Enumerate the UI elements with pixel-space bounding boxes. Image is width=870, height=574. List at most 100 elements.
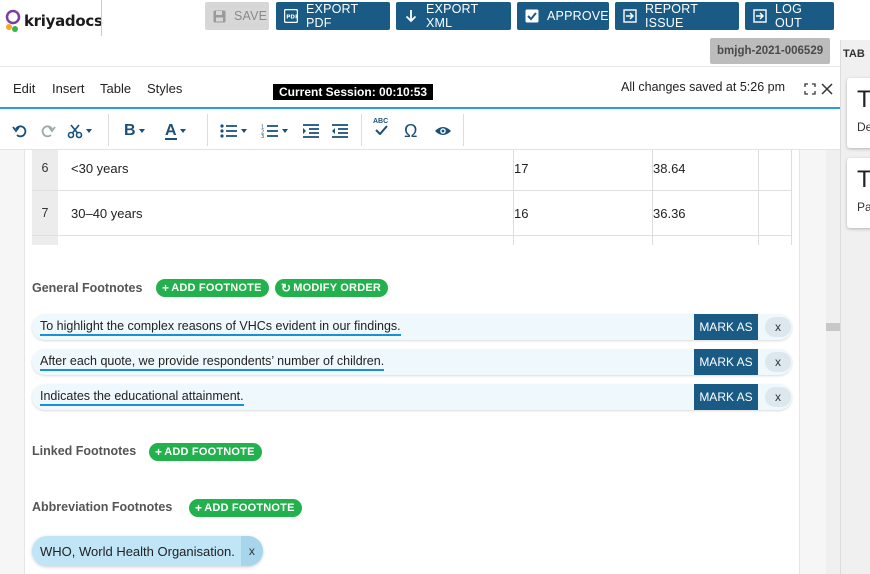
approve-button[interactable]: APPROVE xyxy=(517,2,609,30)
outdent-icon[interactable] xyxy=(332,122,348,140)
header-divider xyxy=(101,0,102,36)
table-cell-pct[interactable]: 36.36 xyxy=(653,191,686,235)
table-cell-n[interactable]: 17 xyxy=(514,150,528,190)
table-row[interactable]: 6 <30 years 17 38.64 xyxy=(32,150,792,191)
plus-icon: + xyxy=(162,281,170,295)
export-pdf-label: EXPORT PDF xyxy=(306,2,359,30)
pdf-icon: PDF xyxy=(284,9,298,23)
svg-text:3: 3 xyxy=(261,134,264,138)
mark-as-button[interactable]: MARK AS xyxy=(694,384,758,410)
add-linked-footnote-button[interactable]: + ADD FOOTNOTE xyxy=(149,443,262,461)
bold-icon[interactable]: B xyxy=(124,122,145,140)
toolbar-separator xyxy=(361,114,362,146)
omega-glyph: Ω xyxy=(404,120,418,141)
panel-tab-label[interactable]: TAB xyxy=(843,48,865,60)
footnote-item[interactable]: After each quote, we provide respondents… xyxy=(32,349,792,375)
report-issue-label: REPORT ISSUE xyxy=(645,2,698,30)
menu-edit[interactable]: Edit xyxy=(13,81,35,96)
save-button[interactable]: SAVE xyxy=(205,2,269,30)
undo-icon[interactable] xyxy=(12,122,28,140)
kriyadocs-logo[interactable]: kriyadocs xyxy=(4,6,104,36)
modify-order-label: MODIFY ORDER xyxy=(293,282,382,294)
numbered-list-icon[interactable]: 123 xyxy=(261,122,288,140)
abbreviation-chip[interactable]: WHO, World Health Organisation. x xyxy=(32,536,263,566)
editor-content: 6 <30 years 17 38.64 7 30–40 years 16 36… xyxy=(0,150,840,574)
text-color-icon[interactable]: A xyxy=(165,122,186,140)
log-out-button[interactable]: LOG OUT xyxy=(745,2,834,30)
menu-table[interactable]: Table xyxy=(100,81,131,96)
table-column-divider xyxy=(513,150,514,245)
abbreviation-footnotes-heading: Abbreviation Footnotes xyxy=(32,500,173,514)
redo-icon[interactable] xyxy=(40,122,56,140)
add-footnote-label: ADD FOOTNOTE xyxy=(171,282,262,294)
report-issue-button[interactable]: REPORT ISSUE xyxy=(615,2,739,30)
panel-card-1[interactable]: Ta De xyxy=(847,78,870,148)
footnote-item[interactable]: To highlight the complex reasons of VHCs… xyxy=(32,314,792,340)
table-row[interactable]: 7 30–40 years 16 36.36 xyxy=(32,191,792,236)
vertical-scrollbar[interactable] xyxy=(826,150,840,574)
eye-icon[interactable] xyxy=(434,122,452,140)
footnote-item[interactable]: Indicates the educational attainment. MA… xyxy=(32,384,792,410)
svg-text:PDF: PDF xyxy=(286,15,298,21)
spellcheck-label: ABC xyxy=(373,118,389,125)
cut-icon[interactable] xyxy=(67,122,92,140)
brand-name: kriyadocs xyxy=(24,12,103,30)
table-column-divider xyxy=(758,150,759,245)
add-general-footnote-button[interactable]: + ADD FOOTNOTE xyxy=(156,279,269,297)
row-number-stub xyxy=(32,236,58,245)
remove-footnote-button[interactable]: x xyxy=(765,387,791,407)
text-color-glyph: A xyxy=(165,121,177,140)
logo-icon xyxy=(4,9,22,33)
panel-card-title: Ta xyxy=(857,86,870,113)
footnote-text[interactable]: To highlight the complex reasons of VHCs… xyxy=(40,319,401,336)
export-xml-button[interactable]: EXPORT XML xyxy=(396,2,511,30)
indent-icon[interactable] xyxy=(303,122,319,140)
linked-footnotes-heading: Linked Footnotes xyxy=(32,444,137,458)
add-footnote-label: ADD FOOTNOTE xyxy=(164,446,255,458)
save-label: SAVE xyxy=(234,9,268,23)
table-column-divider xyxy=(791,150,792,245)
mark-as-button[interactable]: MARK AS xyxy=(694,314,758,340)
toolbar-separator xyxy=(463,114,464,146)
panel-card-subtitle: De xyxy=(857,120,870,134)
panel-card-subtitle: Pa xyxy=(857,200,870,214)
document-id-badge: bmjgh-2021-006529 xyxy=(710,38,831,64)
footnote-text[interactable]: After each quote, we provide respondents… xyxy=(40,354,385,371)
table-cell-label[interactable]: <30 years xyxy=(71,150,128,190)
table-cell-pct[interactable]: 38.64 xyxy=(653,150,686,190)
add-footnote-label: ADD FOOTNOTE xyxy=(204,502,295,514)
panel-card-2[interactable]: Ta Pa xyxy=(847,158,870,228)
abbreviation-text[interactable]: WHO, World Health Organisation. xyxy=(40,544,235,559)
export-pdf-button[interactable]: PDF EXPORT PDF xyxy=(276,2,390,30)
remove-footnote-button[interactable]: x xyxy=(765,352,791,372)
row-number: 7 xyxy=(32,191,58,235)
mark-as-button[interactable]: MARK AS xyxy=(694,349,758,375)
panel-card-title: Ta xyxy=(857,166,870,193)
refresh-icon: ↻ xyxy=(281,281,292,295)
session-timer: Current Session: 00:10:53 xyxy=(273,84,434,100)
modify-order-button[interactable]: ↻ MODIFY ORDER xyxy=(275,279,389,297)
add-abbreviation-footnote-button[interactable]: + ADD FOOTNOTE xyxy=(189,499,302,517)
checkbox-icon xyxy=(525,9,539,23)
close-icon[interactable] xyxy=(820,82,834,96)
spellcheck-icon[interactable]: ABC xyxy=(373,118,388,142)
logout-icon xyxy=(753,9,767,23)
remove-footnote-button[interactable]: x xyxy=(765,317,791,337)
footnote-text[interactable]: Indicates the educational attainment. xyxy=(40,389,244,406)
omega-icon[interactable]: Ω xyxy=(404,120,418,141)
bullet-list-icon[interactable] xyxy=(220,122,247,140)
table-cell-n[interactable]: 16 xyxy=(514,191,528,235)
plus-icon: + xyxy=(195,501,203,515)
editor-menubar: Edit Insert Table Styles Current Session… xyxy=(0,66,840,109)
row-number: 6 xyxy=(32,150,58,190)
log-out-label: LOG OUT xyxy=(775,2,802,30)
formatting-toolbar: B A 123 ABC Ω xyxy=(0,110,840,150)
scrollbar-thumb[interactable] xyxy=(826,323,840,331)
table-column-divider xyxy=(652,150,653,245)
table-cell-label[interactable]: 30–40 years xyxy=(71,191,143,235)
fullscreen-icon[interactable] xyxy=(803,82,817,96)
report-icon xyxy=(623,9,637,23)
menu-styles[interactable]: Styles xyxy=(147,81,182,96)
export-xml-label: EXPORT XML xyxy=(426,2,479,30)
menu-insert[interactable]: Insert xyxy=(52,81,85,96)
